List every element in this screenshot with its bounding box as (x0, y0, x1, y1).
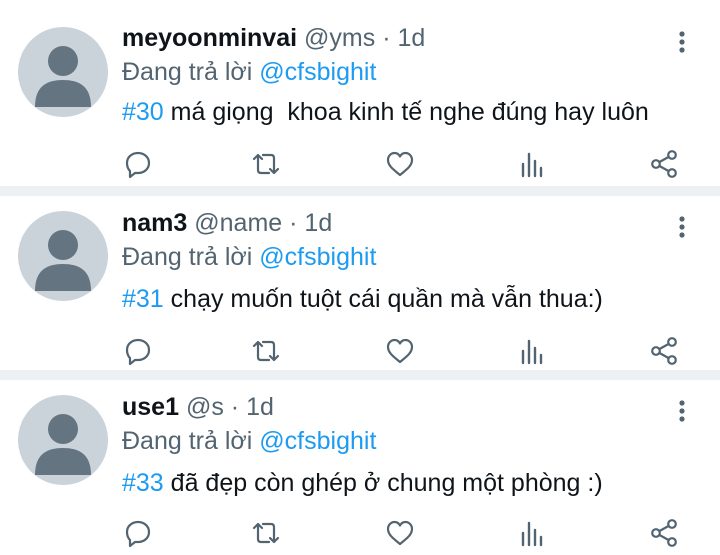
tweet-body-text: đã đẹp còn ghép ở chung một phòng :) (163, 469, 603, 497)
tweet-body-text: chạy muốn tuột cái quần mà vẫn thua:) (163, 285, 603, 313)
tweet-text: #30 má giọng khoa kinh tế nghe đúng hay … (122, 98, 649, 127)
analytics-icon[interactable] (516, 335, 548, 367)
share-icon[interactable] (648, 517, 680, 549)
tweet-actions (0, 148, 720, 184)
heart-icon[interactable] (384, 517, 416, 549)
username[interactable]: @name (194, 209, 282, 237)
hashtag-link[interactable]: #30 (122, 98, 164, 126)
timestamp[interactable]: 1d (246, 393, 274, 421)
tweet-item[interactable]: meyoonminvai @yms · 1d Đang trả lời @cfs… (0, 0, 720, 184)
comment-icon[interactable] (122, 148, 154, 180)
avatar[interactable] (18, 395, 108, 485)
replying-to: Đang trả lời @cfsbighit (122, 243, 376, 272)
display-name[interactable]: use1 (122, 393, 179, 421)
comment-icon[interactable] (122, 335, 154, 367)
replying-to-handle[interactable]: @cfsbighit (259, 243, 376, 271)
tweet-text: #31 chạy muốn tuột cái quần mà vẫn thua:… (122, 285, 603, 314)
tweet-item[interactable]: nam3 @name · 1d Đang trả lời @cfsbighit … (0, 195, 720, 371)
tweet-actions (0, 517, 720, 553)
replying-to: Đang trả lời @cfsbighit (122, 58, 376, 87)
display-name[interactable]: meyoonminvai (122, 24, 297, 52)
separator-dot: · (382, 24, 391, 52)
replying-to-handle[interactable]: @cfsbighit (259, 427, 376, 455)
replying-to-handle[interactable]: @cfsbighit (259, 58, 376, 86)
hashtag-link[interactable]: #33 (122, 469, 164, 497)
tweet-header: use1 @s · 1d (122, 393, 274, 422)
replying-to-label: Đang trả lời (122, 58, 253, 86)
username[interactable]: @s (186, 393, 224, 421)
timestamp[interactable]: 1d (397, 24, 425, 52)
timestamp[interactable]: 1d (304, 209, 332, 237)
retweet-icon[interactable] (250, 335, 282, 367)
tweet-header: nam3 @name · 1d (122, 209, 332, 238)
tweet-actions (0, 335, 720, 371)
more-vertical-icon[interactable] (672, 215, 692, 239)
comment-icon[interactable] (122, 517, 154, 549)
tweet-text: #33 đã đẹp còn ghép ở chung một phòng :) (122, 469, 603, 498)
analytics-icon[interactable] (516, 148, 548, 180)
replying-to: Đang trả lời @cfsbighit (122, 427, 376, 456)
more-vertical-icon[interactable] (672, 30, 692, 54)
default-avatar-icon (35, 230, 91, 291)
avatar[interactable] (18, 211, 108, 301)
replying-to-label: Đang trả lời (122, 427, 253, 455)
tweet-body-text: má giọng khoa kinh tế nghe đúng hay luôn (163, 98, 649, 126)
tweet-header: meyoonminvai @yms · 1d (122, 24, 425, 53)
heart-icon[interactable] (384, 335, 416, 367)
display-name[interactable]: nam3 (122, 209, 187, 237)
analytics-icon[interactable] (516, 517, 548, 549)
retweet-icon[interactable] (250, 148, 282, 180)
retweet-icon[interactable] (250, 517, 282, 549)
share-icon[interactable] (648, 335, 680, 367)
tweet-item[interactable]: use1 @s · 1d Đang trả lời @cfsbighit #33… (0, 379, 720, 555)
avatar[interactable] (18, 27, 108, 117)
heart-icon[interactable] (384, 148, 416, 180)
more-vertical-icon[interactable] (672, 399, 692, 423)
separator-dot: · (289, 209, 298, 237)
default-avatar-icon (35, 414, 91, 475)
hashtag-link[interactable]: #31 (122, 285, 164, 313)
separator-dot: · (230, 393, 240, 421)
share-icon[interactable] (648, 148, 680, 180)
username[interactable]: @yms (304, 24, 375, 52)
default-avatar-icon (35, 46, 91, 107)
replying-to-label: Đang trả lời (122, 243, 253, 271)
